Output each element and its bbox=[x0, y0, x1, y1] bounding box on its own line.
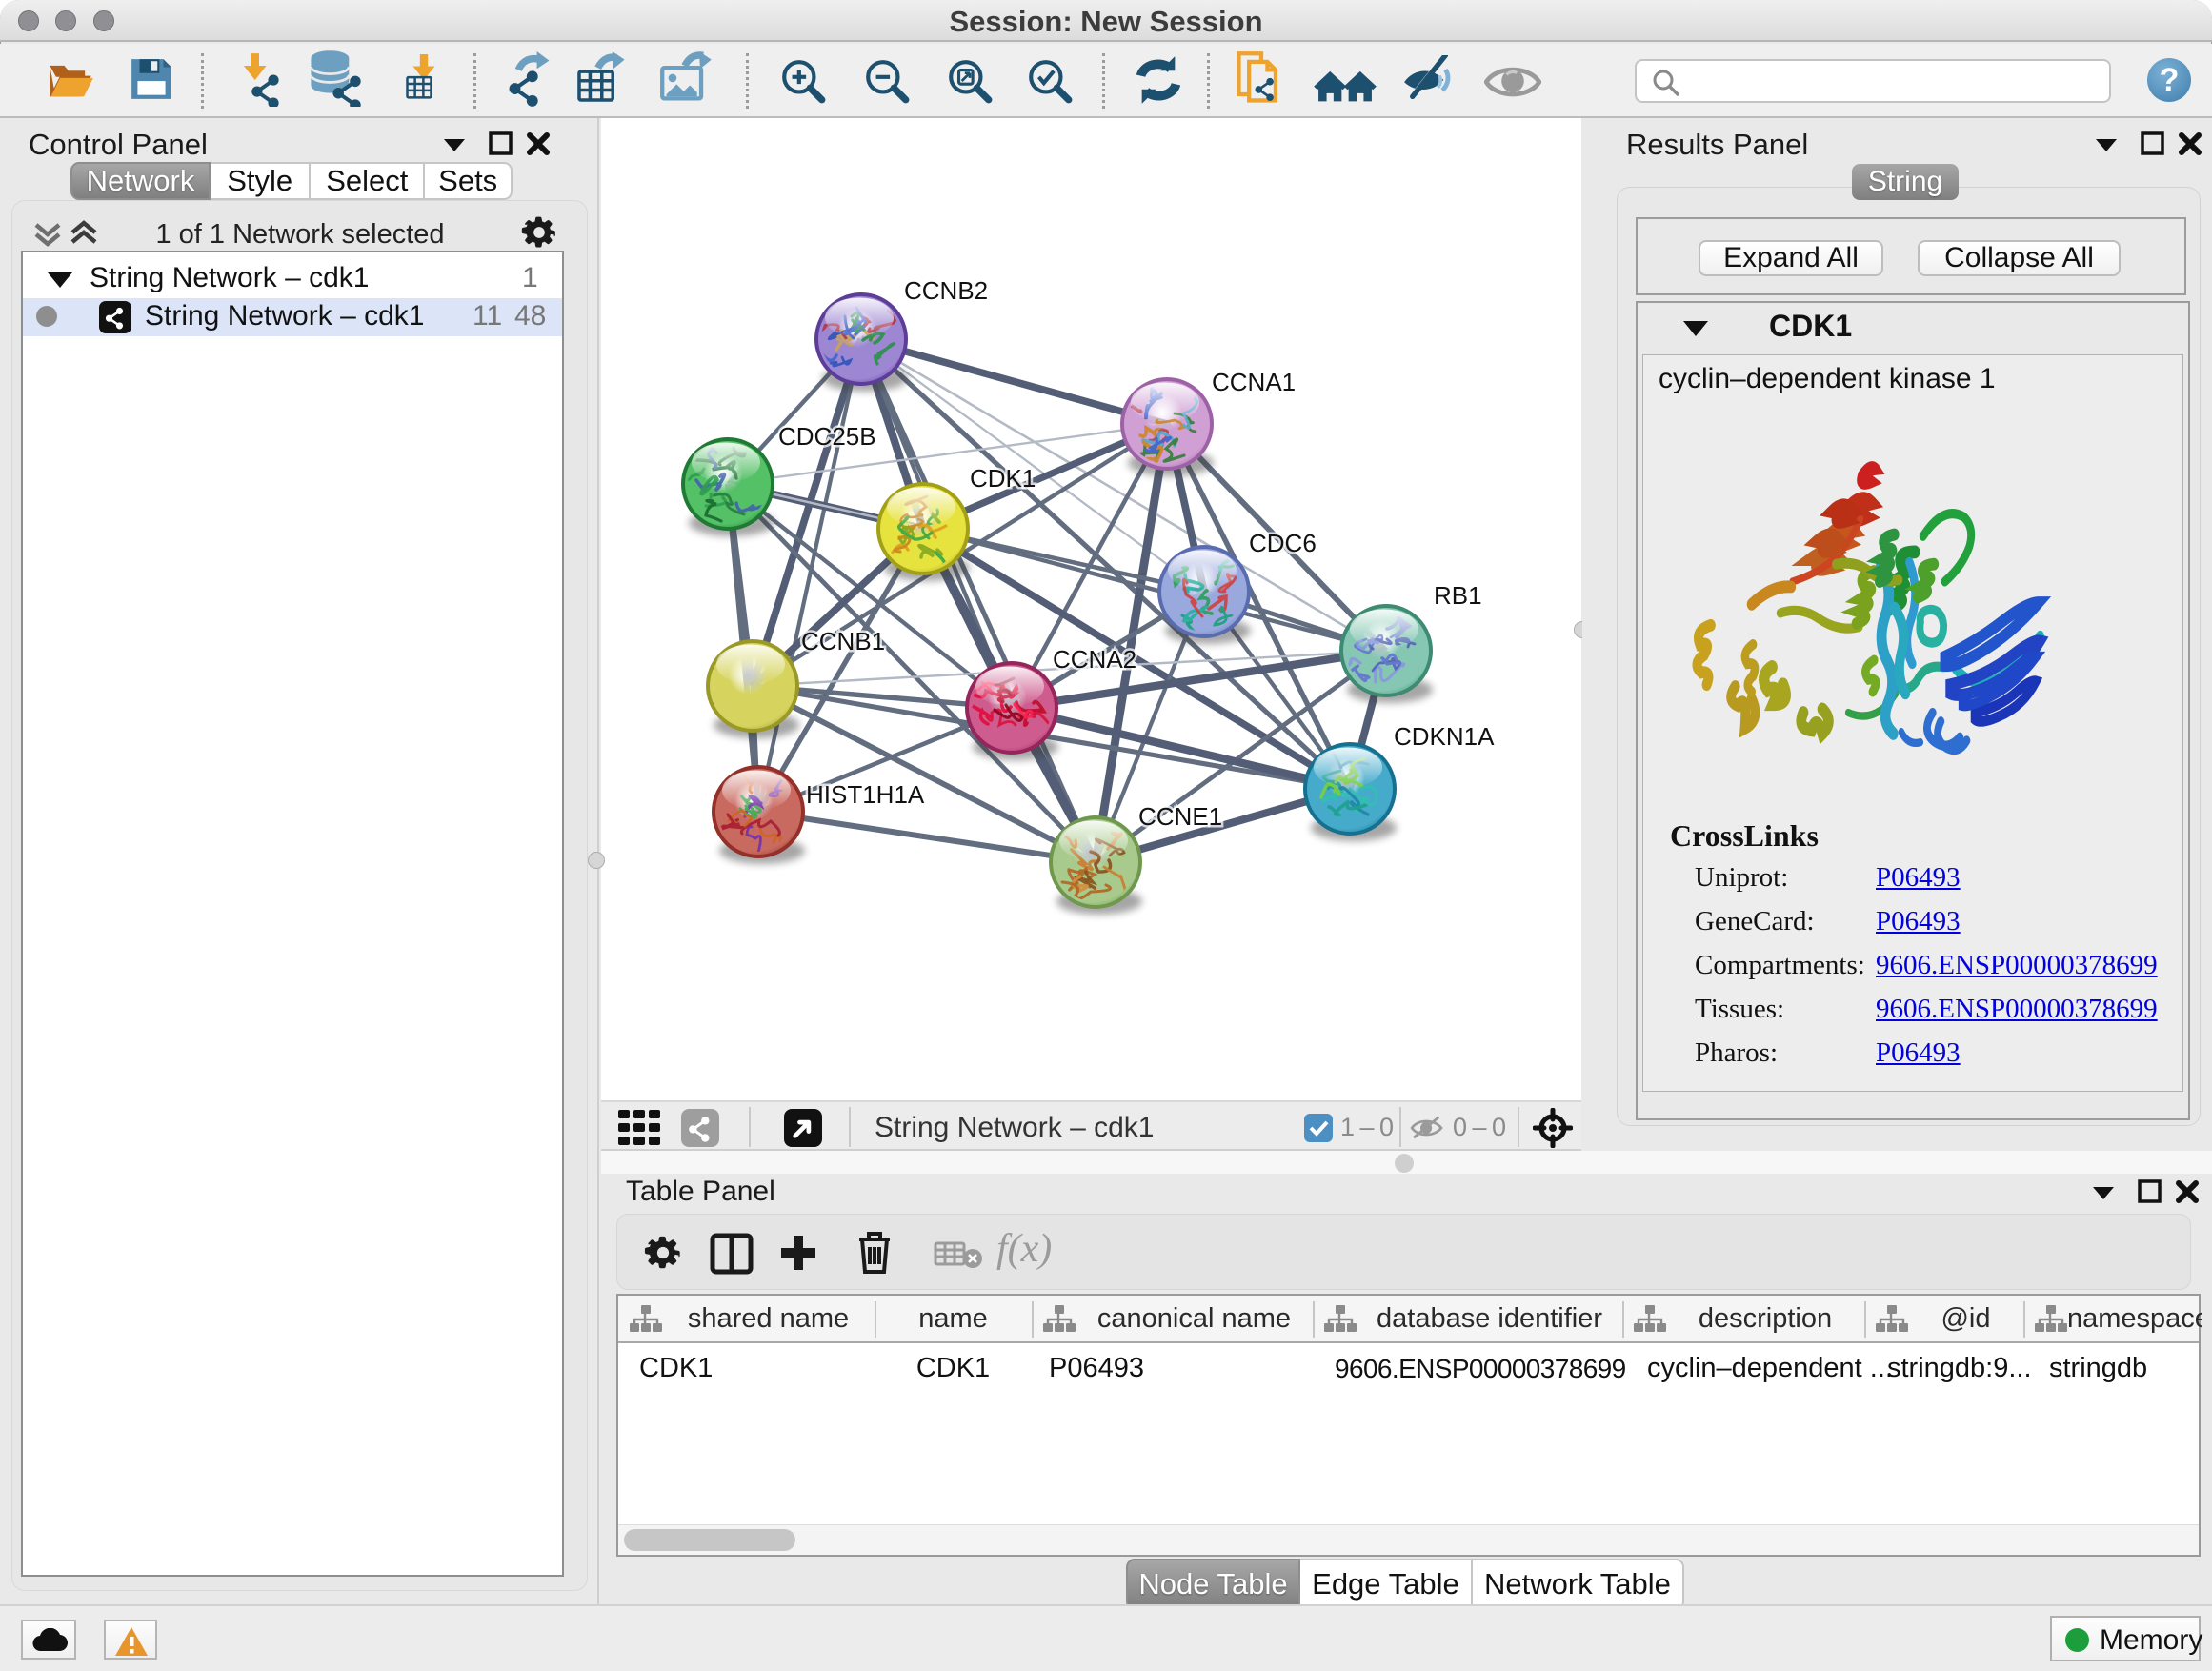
svg-text:CDK1: CDK1 bbox=[970, 464, 1036, 493]
svg-text:CCNB2: CCNB2 bbox=[904, 276, 988, 305]
svg-text:HIST1H1A: HIST1H1A bbox=[806, 780, 925, 809]
svg-text:CDKN1A: CDKN1A bbox=[1394, 722, 1495, 751]
svg-text:CCNA1: CCNA1 bbox=[1212, 368, 1296, 396]
svg-text:RB1: RB1 bbox=[1434, 581, 1482, 610]
svg-text:CCNE1: CCNE1 bbox=[1138, 802, 1222, 831]
svg-text:CDC6: CDC6 bbox=[1249, 529, 1317, 557]
svg-text:CCNA2: CCNA2 bbox=[1053, 645, 1136, 674]
svg-text:CDC25B: CDC25B bbox=[778, 422, 876, 451]
svg-text:CCNB1: CCNB1 bbox=[801, 627, 885, 655]
